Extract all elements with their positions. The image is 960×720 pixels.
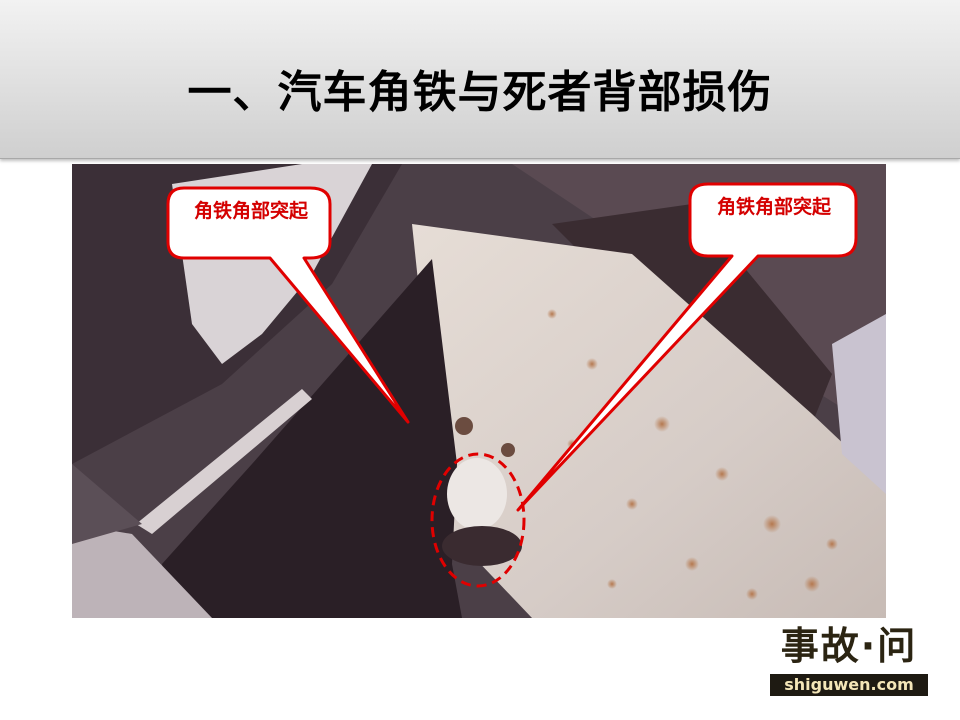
left-callout-label: 角铁角部突起 [193,200,308,222]
corner-protrusion [447,458,507,530]
slide-title: 一、汽车角铁与死者背部损伤 [187,67,773,118]
logo-text: 事故·问 [780,624,918,668]
photo-scene [72,164,886,618]
right-callout-label: 角铁角部突起 [716,196,831,218]
watermark-logo: 事故·问 shiguwen.com [768,622,930,698]
evidence-photo: 角铁角部突起 角铁角部突起 [72,164,886,618]
logo-url: shiguwen.com [770,674,928,696]
